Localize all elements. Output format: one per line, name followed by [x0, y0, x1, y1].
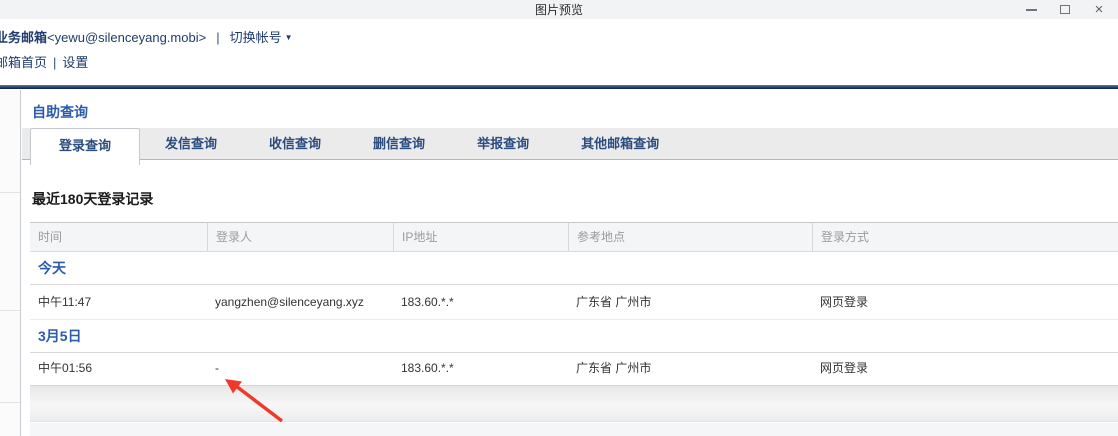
date-group-today: 今天 — [30, 252, 1118, 285]
table-header-row: 时间 登录人 IP地址 参考地点 登录方式 — [30, 222, 1118, 252]
table-row: 中午11:47 yangzhen@silenceyang.xyz 183.60.… — [30, 285, 1118, 320]
divider — [0, 310, 20, 311]
mailbox-home-link[interactable]: 邮箱首页 — [0, 55, 47, 70]
maximize-button[interactable] — [1048, 0, 1082, 19]
login-records-table: 时间 登录人 IP地址 参考地点 登录方式 今天 中午11:47 yangzhe… — [30, 222, 1118, 383]
tab-send-query[interactable]: 发信查询 — [150, 128, 232, 160]
window-title: 图片预览 — [0, 0, 1118, 19]
tab-report-query[interactable]: 举报查询 — [462, 128, 544, 160]
minimize-icon — [1026, 9, 1037, 11]
table-footer-bar — [30, 385, 1118, 422]
query-tabs: 登录查询 发信查询 收信查询 删信查询 举报查询 其他邮箱查询 — [22, 128, 1118, 160]
column-header-location: 参考地点 — [568, 223, 812, 251]
divider — [0, 192, 20, 193]
window-titlebar: 图片预览 — [0, 0, 1118, 19]
column-header-time: 时间 — [30, 223, 207, 251]
sidebar-edge — [0, 90, 21, 436]
close-icon: × — [1095, 2, 1104, 17]
red-arrow-annotation — [212, 372, 294, 426]
separator: | — [216, 30, 219, 45]
page-title: 自助查询 — [32, 102, 88, 122]
column-header-ip: IP地址 — [393, 223, 568, 251]
mailbox-label: 业务邮箱 — [0, 30, 47, 45]
maximize-icon — [1060, 5, 1070, 14]
minimize-button[interactable] — [1014, 0, 1048, 19]
column-header-user: 登录人 — [207, 223, 393, 251]
settings-link[interactable]: 设置 — [62, 55, 88, 70]
page-bottom-area — [30, 423, 1118, 436]
cell-time: 中午11:47 — [30, 285, 207, 319]
account-links: 邮箱首页 | 设置 — [0, 52, 293, 71]
image-preview-window: { "window": { "title": "图片预览", "controls… — [0, 0, 1118, 436]
links-separator: | — [53, 55, 56, 70]
tab-login-query[interactable]: 登录查询 — [30, 128, 140, 165]
date-group-march5: 3月5日 — [30, 320, 1118, 353]
cell-method: 网页登录 — [812, 353, 1118, 383]
main-content: 自助查询 登录查询 发信查询 收信查询 删信查询 举报查询 其他邮箱查询 最近1… — [22, 90, 1118, 436]
table-row: 中午01:56 - 183.60.*.* 广东省 广州市 网页登录 — [30, 353, 1118, 383]
divider — [0, 402, 20, 403]
cell-ip: 183.60.*.* — [393, 285, 568, 319]
tab-delete-query[interactable]: 删信查询 — [358, 128, 440, 160]
close-button[interactable]: × — [1082, 0, 1116, 19]
cell-location: 广东省 广州市 — [568, 353, 812, 383]
window-controls: × — [1014, 0, 1116, 19]
cell-location: 广东省 广州市 — [568, 285, 812, 319]
chevron-down-icon: ▼ — [285, 33, 293, 42]
records-title: 最近180天登录记录 — [32, 189, 153, 209]
cell-method: 网页登录 — [812, 285, 1118, 319]
column-header-method: 登录方式 — [812, 223, 1118, 251]
tab-receive-query[interactable]: 收信查询 — [254, 128, 336, 160]
top-divider-bar — [0, 85, 1118, 89]
account-line: 业务邮箱<yewu@silenceyang.mobi> | 切换帐号▼ — [0, 27, 293, 46]
switch-account-link[interactable]: 切换帐号▼ — [230, 30, 293, 45]
mailbox-address: <yewu@silenceyang.mobi> — [47, 30, 206, 45]
cell-user: yangzhen@silenceyang.xyz — [207, 285, 393, 319]
tab-other-mailbox-query[interactable]: 其他邮箱查询 — [566, 128, 674, 160]
cell-ip: 183.60.*.* — [393, 353, 568, 383]
account-header: 业务邮箱<yewu@silenceyang.mobi> | 切换帐号▼ 邮箱首页 | 设… — [0, 27, 293, 71]
cell-time: 中午01:56 — [30, 353, 207, 383]
